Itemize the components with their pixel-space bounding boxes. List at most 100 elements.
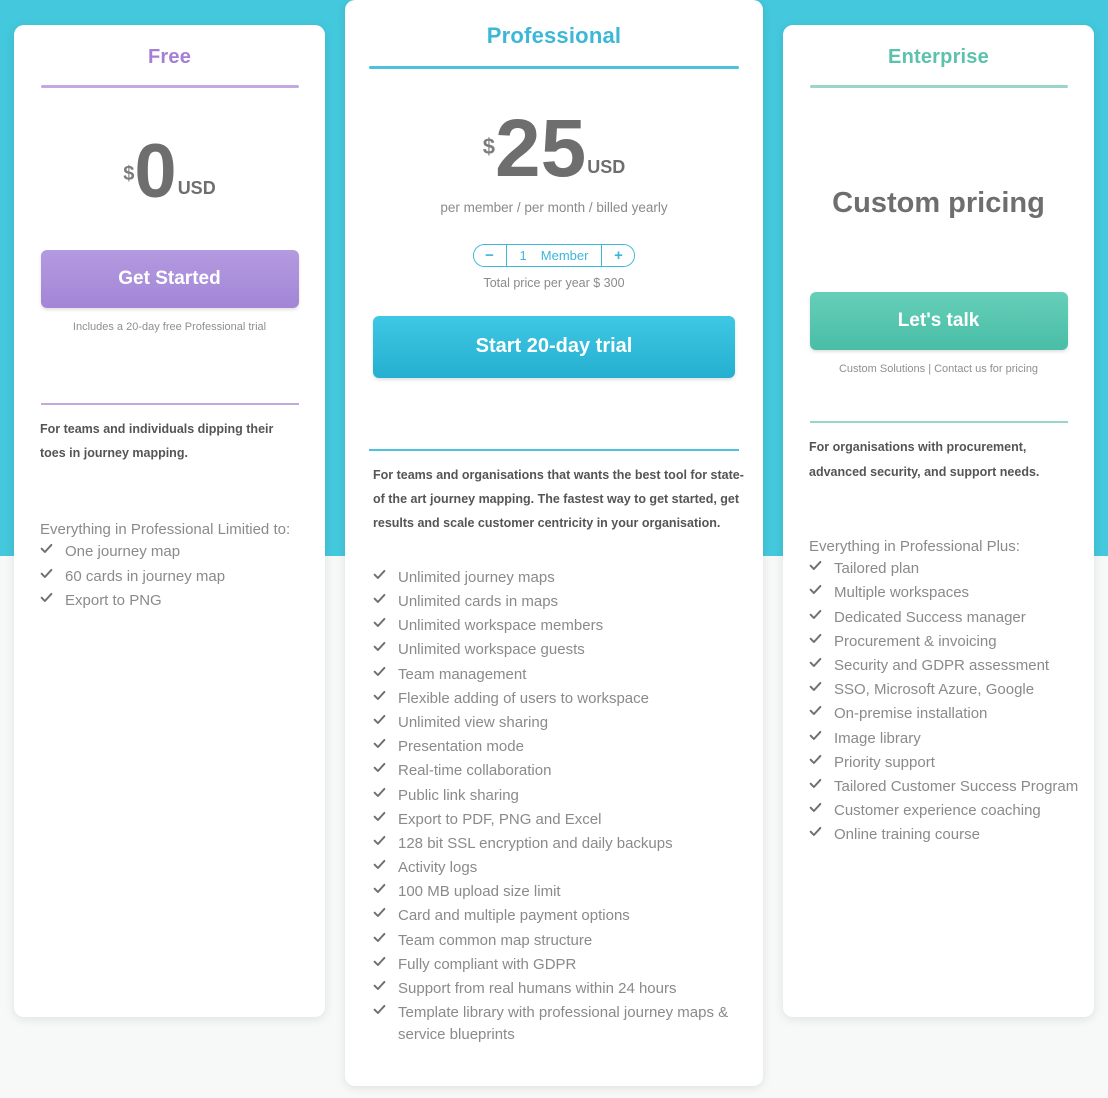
plan-title-divider-professional	[369, 66, 739, 69]
pricing-card-free[interactable]: Free $ 0 USD Get Started Includes a 20-d…	[14, 25, 325, 1017]
feature-label: Tailored Customer Success Program	[834, 777, 1079, 795]
check-icon	[40, 542, 53, 559]
plan-description-enterprise: For organisations with procurement, adva…	[809, 440, 1040, 479]
feature-label: 100 MB upload size limit	[398, 883, 561, 901]
list-item: SSO, Microsoft Azure, Google	[809, 679, 1081, 701]
check-icon	[40, 567, 53, 584]
cta-note-free: Includes a 20-day free Professional tria…	[72, 320, 267, 333]
check-icon	[373, 810, 386, 827]
feature-label: Presentation mode	[398, 738, 524, 756]
price-amount-free: 0	[134, 129, 177, 214]
check-icon	[809, 801, 822, 818]
decrement-member-button[interactable]: −	[473, 244, 507, 266]
check-icon	[809, 680, 822, 697]
feature-label: Online training course	[834, 826, 980, 844]
check-icon	[40, 591, 53, 608]
desc-sep-enterprise	[783, 421, 1094, 424]
feature-label: Fully compliant with GDPR	[398, 955, 577, 973]
check-icon	[809, 825, 822, 842]
member-stepper[interactable]: − 1 Member +	[472, 243, 636, 267]
feature-label: Team management	[398, 665, 527, 683]
feature-label: Unlimited cards in maps	[398, 593, 559, 610]
list-item: Team management	[373, 664, 745, 686]
check-icon	[373, 1003, 386, 1020]
list-item: Unlimited journey maps	[373, 567, 745, 589]
list-item: Team common map structure	[373, 930, 745, 952]
list-item: Multiple workspaces	[809, 582, 1081, 604]
total-price-professional: Total price per year $ 300	[483, 275, 625, 290]
pricing-card-enterprise[interactable]: Enterprise Custom pricing Let's talk Cus…	[783, 25, 1094, 1017]
check-icon	[809, 704, 822, 721]
check-icon	[373, 592, 386, 609]
feature-label: SSO, Microsoft Azure, Google	[834, 681, 1035, 699]
list-item: Priority support	[809, 752, 1081, 774]
feature-label: Flexible adding of users to workspace	[398, 689, 649, 707]
increment-member-button[interactable]: +	[601, 244, 635, 266]
feature-label: One journey map	[65, 543, 181, 561]
feature-label: Team common map structure	[398, 931, 593, 949]
list-item: Tailored Customer Success Program	[809, 776, 1081, 798]
feature-label: Image library	[834, 729, 921, 747]
check-icon	[809, 583, 822, 600]
price-currency-free: $	[123, 163, 135, 185]
member-count-display[interactable]: 1 Member	[507, 245, 602, 266]
check-icon	[373, 761, 386, 778]
cta-wrap-professional: Start 20-day trial	[345, 315, 763, 378]
list-item: Customer experience coaching	[809, 800, 1081, 822]
list-item: Unlimited workspace guests	[373, 639, 745, 661]
feature-list-enterprise: Everything in Professional Plus: Tailore…	[809, 538, 1081, 846]
member-stepper-wrap: − 1 Member +	[345, 243, 763, 267]
start-trial-button[interactable]: Start 20-day trial	[373, 315, 735, 378]
cta-note-enterprise: Custom Solutions | Contact us for pricin…	[838, 363, 1039, 376]
feature-label: Unlimited journey maps	[398, 568, 555, 586]
feature-label: Customer experience coaching	[834, 802, 1041, 820]
price-amount-professional: 25	[495, 103, 587, 194]
check-icon	[809, 777, 822, 794]
feature-label: Activity logs	[398, 859, 478, 877]
cta-wrap-free: Get Started Includes a 20-day free Profe…	[14, 249, 325, 333]
price-block-professional: $ 25 USD	[345, 103, 763, 194]
check-icon	[373, 834, 386, 851]
price-custom-enterprise: Custom pricing	[832, 187, 1045, 219]
check-icon	[373, 882, 386, 899]
desc-sep-free	[14, 402, 325, 405]
list-item: Activity logs	[373, 857, 745, 879]
feature-label: Support from real humans within 24 hours	[398, 980, 677, 997]
feature-label: Unlimited workspace members	[398, 617, 604, 635]
desc-sep-professional	[345, 448, 763, 451]
get-started-button[interactable]: Get Started	[40, 249, 299, 308]
plan-title-divider-free	[40, 85, 299, 88]
check-icon	[373, 979, 386, 996]
feature-intro-free: Everything in Professional Limitied to:	[40, 521, 291, 539]
plan-title-enterprise: Enterprise	[888, 46, 989, 68]
feature-list-free: Everything in Professional Limitied to: …	[40, 521, 312, 612]
list-item: Unlimited view sharing	[373, 712, 745, 734]
list-item: Public link sharing	[373, 785, 745, 807]
check-icon	[373, 713, 386, 730]
list-item: On-premise installation	[809, 703, 1081, 725]
check-icon	[809, 608, 822, 625]
check-icon	[373, 786, 386, 803]
check-icon	[373, 665, 386, 682]
feature-label: Tailored plan	[834, 560, 920, 578]
list-item: Card and multiple payment options	[373, 905, 745, 927]
price-subtitle-professional: per member / per month / billed yearly	[440, 199, 668, 215]
check-icon	[373, 858, 386, 875]
cta-wrap-enterprise: Let's talk Custom Solutions | Contact us…	[783, 292, 1094, 375]
lets-talk-button[interactable]: Let's talk	[809, 292, 1068, 351]
feature-label: Public link sharing	[398, 786, 519, 804]
feature-label: Unlimited view sharing	[398, 713, 549, 731]
pricing-card-professional[interactable]: Professional $ 25 USD per member / per m…	[345, 0, 763, 1086]
list-item: Unlimited workspace members	[373, 615, 745, 637]
pricing-page: Free $ 0 USD Get Started Includes a 20-d…	[0, 0, 1108, 1098]
feature-label: Unlimited workspace guests	[398, 641, 585, 659]
price-currency-professional: $	[482, 134, 495, 159]
feature-label: Card and multiple payment options	[398, 907, 630, 925]
check-icon	[373, 640, 386, 657]
feature-label: 60 cards in journey map	[65, 567, 226, 585]
list-item: Procurement & invoicing	[809, 631, 1081, 653]
member-count-value: 1	[519, 247, 527, 263]
plan-description-professional: For teams and organisations that wants t…	[373, 467, 744, 531]
feature-list-professional: Unlimited journey maps Unlimited cards i…	[373, 567, 745, 1047]
check-icon	[373, 931, 386, 948]
